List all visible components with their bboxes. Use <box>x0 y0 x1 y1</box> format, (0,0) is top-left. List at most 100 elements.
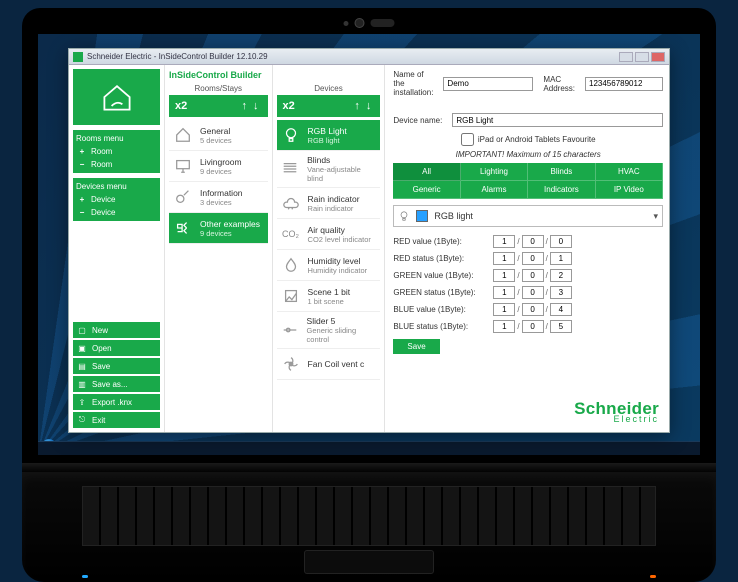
device-item[interactable]: BlindsVane-adjustable blind <box>277 151 381 188</box>
os-taskbar[interactable] <box>38 441 700 455</box>
param-b-input[interactable] <box>522 235 544 248</box>
window-title: Schneider Electric - InSideControl Build… <box>87 52 268 61</box>
rooms-down-icon[interactable]: ↓ <box>250 100 262 112</box>
device-icon: CO₂ <box>280 223 302 245</box>
param-b-input[interactable] <box>522 252 544 265</box>
param-c-input[interactable] <box>550 252 572 265</box>
device-icon <box>280 254 302 276</box>
room-item[interactable]: Information3 devices <box>169 182 268 213</box>
params-grid: RED value (1Byte)://RED status (1Byte):/… <box>393 235 663 333</box>
status-led <box>650 575 656 578</box>
webcam-cluster <box>344 18 395 28</box>
device-item[interactable]: Scene 1 bit1 bit scene <box>277 281 381 312</box>
devices-up-icon[interactable]: ↑ <box>351 100 363 112</box>
param-b-input[interactable] <box>522 286 544 299</box>
file-export-knx-button[interactable]: ⇪Export .knx <box>73 394 160 410</box>
device-item[interactable]: Rain indicatorRain indicator <box>277 188 381 219</box>
devices-down-icon[interactable]: ↓ <box>363 100 375 112</box>
param-c-input[interactable] <box>550 320 572 333</box>
device-name-label: Device name: <box>393 116 442 125</box>
device-type-label: RGB light <box>434 211 473 221</box>
add-device-button[interactable]: +Device <box>76 193 157 206</box>
laptop-keyboard <box>22 472 716 582</box>
device-icon <box>280 124 302 146</box>
favourite-label: iPad or Android Tablets Favourite <box>478 135 596 144</box>
rooms-list: General5 devicesLivingroom9 devicesInfor… <box>169 120 268 429</box>
sidebar: Rooms menu +Room −Room Devices menu +Dev… <box>69 65 165 432</box>
param-a-input[interactable] <box>493 269 515 282</box>
file-icon: ▣ <box>77 343 87 353</box>
install-input[interactable] <box>443 77 533 91</box>
device-name-input[interactable] <box>452 113 663 127</box>
window-maximize-button[interactable] <box>635 52 649 62</box>
tab-generic[interactable]: Generic <box>393 181 460 199</box>
param-c-input[interactable] <box>550 303 572 316</box>
laptop-frame: Schneider Electric - InSideControl Build… <box>22 8 716 574</box>
param-a-input[interactable] <box>493 252 515 265</box>
window-close-button[interactable] <box>651 52 665 62</box>
rooms-column: InSideControl Builder Rooms/Stays x2 ↑↓ … <box>165 65 273 432</box>
brand-tile <box>73 69 160 125</box>
tab-all[interactable]: All <box>393 163 460 181</box>
param-a-input[interactable] <box>493 320 515 333</box>
room-item[interactable]: Livingroom9 devices <box>169 151 268 182</box>
tab-lighting[interactable]: Lighting <box>461 163 528 181</box>
param-label: GREEN value (1Byte): <box>393 271 493 280</box>
window-titlebar[interactable]: Schneider Electric - InSideControl Build… <box>69 49 669 65</box>
param-triplet: // <box>493 286 663 299</box>
app-icon <box>73 52 83 62</box>
param-c-input[interactable] <box>550 286 572 299</box>
param-a-input[interactable] <box>493 235 515 248</box>
devices-menu-title: Devices menu <box>76 180 157 193</box>
rooms-zoom[interactable]: x2 <box>175 100 187 112</box>
param-label: BLUE status (1Byte): <box>393 322 493 331</box>
device-item[interactable]: Fan Coil vent c <box>277 349 381 380</box>
devices-zoom[interactable]: x2 <box>283 100 295 112</box>
room-item[interactable]: Other examples9 devices <box>169 213 268 244</box>
remove-room-button[interactable]: −Room <box>76 158 157 171</box>
detail-column: Name of the installation: MAC Address: D… <box>385 65 669 432</box>
param-c-input[interactable] <box>550 235 572 248</box>
tab-blinds[interactable]: Blinds <box>528 163 595 181</box>
brand-logo: Schneider Electric <box>574 400 659 424</box>
param-b-input[interactable] <box>522 320 544 333</box>
file-save-as--button[interactable]: ▥Save as... <box>73 376 160 392</box>
tab-ip-video[interactable]: IP Video <box>596 181 663 199</box>
important-note: IMPORTANT! Maximum of 15 characters <box>393 150 663 163</box>
devices-header: Devices <box>277 84 381 95</box>
tab-indicators[interactable]: Indicators <box>528 181 595 199</box>
add-room-button[interactable]: +Room <box>76 145 157 158</box>
device-item[interactable]: CO₂Air qualityCO2 level indicator <box>277 219 381 250</box>
mac-input[interactable] <box>585 77 663 91</box>
param-c-input[interactable] <box>550 269 572 282</box>
rooms-header: Rooms/Stays <box>169 84 268 95</box>
file-save-button[interactable]: ▤Save <box>73 358 160 374</box>
rooms-up-icon[interactable]: ↑ <box>239 100 251 112</box>
param-b-input[interactable] <box>522 303 544 316</box>
install-row: Name of the installation: MAC Address: <box>393 68 663 103</box>
param-a-input[interactable] <box>493 286 515 299</box>
window-minimize-button[interactable] <box>619 52 633 62</box>
file-new-button[interactable]: ▢New <box>73 322 160 338</box>
save-button[interactable]: Save <box>393 339 439 354</box>
room-icon <box>172 124 194 146</box>
file-exit-button[interactable]: ⎋Exit <box>73 412 160 428</box>
room-item[interactable]: General5 devices <box>169 120 268 151</box>
param-triplet: // <box>493 303 663 316</box>
rooms-menu-title: Rooms menu <box>76 132 157 145</box>
favourite-checkbox[interactable] <box>461 133 474 146</box>
param-triplet: // <box>493 269 663 282</box>
param-a-input[interactable] <box>493 303 515 316</box>
remove-device-button[interactable]: −Device <box>76 206 157 219</box>
device-type-select[interactable]: RGB light ▾ <box>393 205 663 227</box>
tab-alarms[interactable]: Alarms <box>461 181 528 199</box>
screen-bezel: Schneider Electric - InSideControl Build… <box>22 8 716 463</box>
file-open-button[interactable]: ▣Open <box>73 340 160 356</box>
device-item[interactable]: Slider 5Generic sliding control <box>277 312 381 349</box>
device-item[interactable]: Humidity levelHumidity indicator <box>277 250 381 281</box>
device-item[interactable]: RGB LightRGB light <box>277 120 381 151</box>
param-b-input[interactable] <box>522 269 544 282</box>
tab-hvac[interactable]: HVAC <box>596 163 663 181</box>
param-triplet: // <box>493 320 663 333</box>
file-icon: ▥ <box>77 379 87 389</box>
